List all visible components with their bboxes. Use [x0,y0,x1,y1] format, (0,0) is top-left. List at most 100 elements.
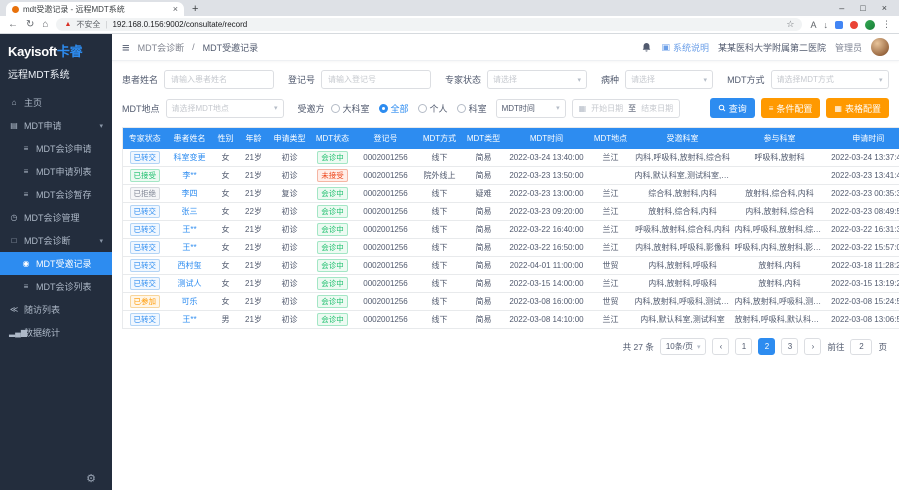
expert-status-badge: 已转交 [130,259,161,272]
table-cell: 2022-03-23 13:00:00 [505,185,589,203]
table-cell: 0002001256 [355,221,417,239]
table-cell: 21岁 [239,257,269,275]
url-field[interactable]: ▲ 不安全 | 192.168.0.156:9002/consultate/re… [56,18,802,31]
cell-expert-status: 已转交 [123,149,167,167]
sidebar-item-mdt-manage[interactable]: ◷ MDT会诊管理 [0,206,112,229]
patient-name-link[interactable]: 李四 [182,189,198,198]
new-tab-button[interactable]: + [192,2,198,16]
table-cell: 放射科,内科 [733,257,827,275]
mdt-place-select[interactable]: 请选择MDT地点▾ [166,99,284,118]
table-cell: 线下 [417,275,463,293]
user-avatar[interactable] [871,38,889,56]
sidebar-item-mdt-apply-list[interactable]: ≡ MDT申请列表 [0,160,112,183]
search-button[interactable]: 查询 [710,98,755,118]
sidebar-item-mdt-invited-records[interactable]: ◉ MDT受邀记录 [0,252,112,275]
table-cell: 2022-03-23 13:41:45 [827,167,899,185]
date-range-picker[interactable]: ▦ 开始日期 至 结束日期 [572,99,681,118]
sidebar-item-home[interactable]: ⌂ 主页 [0,91,112,114]
browser-menu-icon[interactable]: ⋮ [882,19,891,30]
table-cell: 复诊 [269,185,311,203]
extension-icon[interactable] [850,21,858,29]
radio-big-dept[interactable]: 大科室 [331,102,379,115]
mdt-mode-select[interactable]: 请选择MDT方式▾ [771,70,889,89]
table-cell: 初诊 [269,149,311,167]
window-maximize-button[interactable]: □ [860,3,865,13]
sidebar-item-statistics[interactable]: ▂▄▆ 数据统计 [0,321,112,344]
sidebar-item-mdt-consult-list[interactable]: ≡ MDT会诊列表 [0,275,112,298]
condition-config-button[interactable]: ≡ 条件配置 [761,98,821,118]
security-warning-icon[interactable]: ▲ [64,21,71,28]
table-cell: 2022-03-08 14:10:00 [505,311,589,329]
sidebar-item-mdt-consult-apply[interactable]: ≡ MDT会诊申请 [0,137,112,160]
patient-name-link[interactable]: 王** [182,315,196,324]
patient-name-link[interactable]: 王** [182,243,196,252]
expert-status-select[interactable]: 请选择▾ [487,70,587,89]
window-minimize-button[interactable]: – [839,3,844,13]
translate-extension-icon[interactable]: A [810,20,816,30]
sidebar-item-mdt-consult[interactable]: □ MDT会诊断 ▾ [0,229,112,252]
extension-icon[interactable] [835,21,843,29]
tab-close-icon[interactable]: × [173,4,178,14]
mdt-status-badge: 会诊中 [317,205,348,218]
table-cell: 疑难 [463,185,505,203]
patient-name-link[interactable]: 测试人 [178,279,202,288]
disease-select[interactable]: 请选择▾ [625,70,713,89]
cell-mdt-status: 会诊中 [311,293,355,311]
radio-dept[interactable]: 科室 [457,102,496,115]
table-cell: 女 [213,167,239,185]
page-button-2-current[interactable]: 2 [758,338,775,355]
browser-profile-avatar[interactable] [865,20,875,30]
cell-patient-name: 西村玺 [167,257,213,275]
system-help-link[interactable]: ▣ 系统说明 [661,41,709,54]
settings-gear-icon[interactable]: ⚙ [86,472,96,485]
cell-mdt-status: 会诊中 [311,221,355,239]
patient-name-link[interactable]: 张三 [182,207,198,216]
cell-patient-name: 科室变更 [167,149,213,167]
cell-patient-name: 王** [167,221,213,239]
goto-page-input[interactable] [850,339,872,355]
table-cell: 内科,放射科,综合科 [733,203,827,221]
sidebar-collapse-icon[interactable]: ≡ [122,40,130,55]
prev-page-button[interactable]: ‹ [712,338,729,355]
table-cell: 21岁 [239,185,269,203]
patient-name-link[interactable]: 科室变更 [174,153,206,162]
table-cell: 2022-03-23 08:49:53 [827,203,899,221]
mdt-time-select[interactable]: MDT时间▾ [496,99,566,118]
table-cell: 0002001256 [355,149,417,167]
chevron-down-icon: ▾ [704,76,708,84]
browser-home-icon[interactable]: ⌂ [42,19,48,30]
reg-no-input[interactable] [321,70,431,89]
radio-personal[interactable]: 个人 [418,102,457,115]
back-icon[interactable]: ← [8,19,18,30]
mdt-status-badge: 未接受 [317,169,348,182]
next-page-button[interactable]: › [804,338,821,355]
filter-row-1: 患者姓名 登记号 专家状态 请选择▾ 病种 请选择▾ MDT方式 请选择MDT方… [122,70,889,89]
patient-name-link[interactable]: 李** [182,171,196,180]
sidebar-item-followup-list[interactable]: ≪ 随访列表 [0,298,112,321]
page-size-select[interactable]: 10条/页▾ [660,338,707,355]
refresh-icon[interactable]: ↻ [26,19,34,30]
patient-name-link[interactable]: 可乐 [182,297,198,306]
browser-tab[interactable]: mdt受邀记录 - 远程MDT系统 × [6,2,184,16]
expert-status-badge: 已转交 [130,313,161,326]
download-icon[interactable]: ↓ [824,20,829,30]
bell-icon[interactable] [641,42,652,53]
patient-name-link[interactable]: 王** [182,225,196,234]
sidebar-item-mdt-draft[interactable]: ≡ MDT会诊暂存 [0,183,112,206]
table-config-button[interactable]: ▦ 表格配置 [826,98,889,118]
table-cell: 简易 [463,221,505,239]
window-close-button[interactable]: × [882,3,887,13]
expert-status-badge: 已参加 [130,295,161,308]
bookmark-star-icon[interactable]: ☆ [786,19,794,30]
table-cell: 线下 [417,221,463,239]
sidebar-item-mdt-apply[interactable]: ▤ MDT申请 ▾ [0,114,112,137]
search-icon [718,104,726,112]
patient-name-link[interactable]: 西村玺 [178,261,202,270]
radio-all[interactable]: 全部 [379,102,418,115]
table-cell: 初诊 [269,221,311,239]
column-header: 性别 [213,128,239,149]
page-button-1[interactable]: 1 [735,338,752,355]
page-button-3[interactable]: 3 [781,338,798,355]
patient-name-input[interactable] [164,70,274,89]
chevron-down-icon: ▾ [274,104,278,112]
